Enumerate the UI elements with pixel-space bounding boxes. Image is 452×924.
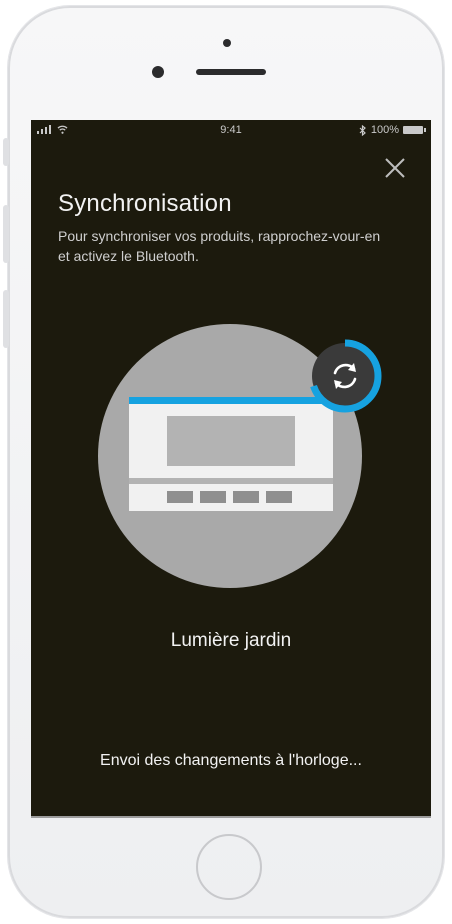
device-divider bbox=[129, 478, 333, 484]
earpiece-speaker bbox=[196, 69, 266, 75]
device-display bbox=[167, 416, 295, 466]
status-right-group: 100% bbox=[359, 124, 426, 136]
battery-icon bbox=[403, 126, 426, 134]
page-subtitle: Pour synchroniser vos produits, rapproch… bbox=[58, 228, 381, 264]
volume-down-button bbox=[3, 290, 9, 348]
proximity-sensor bbox=[223, 39, 231, 47]
device-keys bbox=[167, 491, 292, 503]
close-icon[interactable] bbox=[384, 157, 406, 179]
bluetooth-icon bbox=[359, 124, 366, 136]
page-title: Synchronisation bbox=[58, 190, 232, 217]
sync-icon bbox=[308, 339, 382, 413]
clock-device-illustration bbox=[129, 397, 333, 511]
mute-switch bbox=[3, 138, 9, 166]
home-button[interactable] bbox=[196, 834, 262, 900]
battery-percent: 100% bbox=[370, 124, 399, 136]
status-bar: 9:41 100% bbox=[31, 120, 431, 140]
device-name-label: Lumière jardin bbox=[170, 630, 292, 651]
front-camera bbox=[152, 66, 164, 78]
volume-up-button bbox=[3, 205, 9, 263]
screen-bottom-edge bbox=[31, 816, 431, 818]
sync-status-text: Envoi des changements à l'horloge... bbox=[100, 752, 362, 769]
device-top-bar bbox=[129, 397, 333, 404]
device-key bbox=[167, 491, 193, 503]
device-key bbox=[266, 491, 292, 503]
sync-screen: 9:41 100% Synchronisation Pour synchroni… bbox=[31, 120, 431, 816]
device-key bbox=[233, 491, 259, 503]
device-key bbox=[200, 491, 226, 503]
